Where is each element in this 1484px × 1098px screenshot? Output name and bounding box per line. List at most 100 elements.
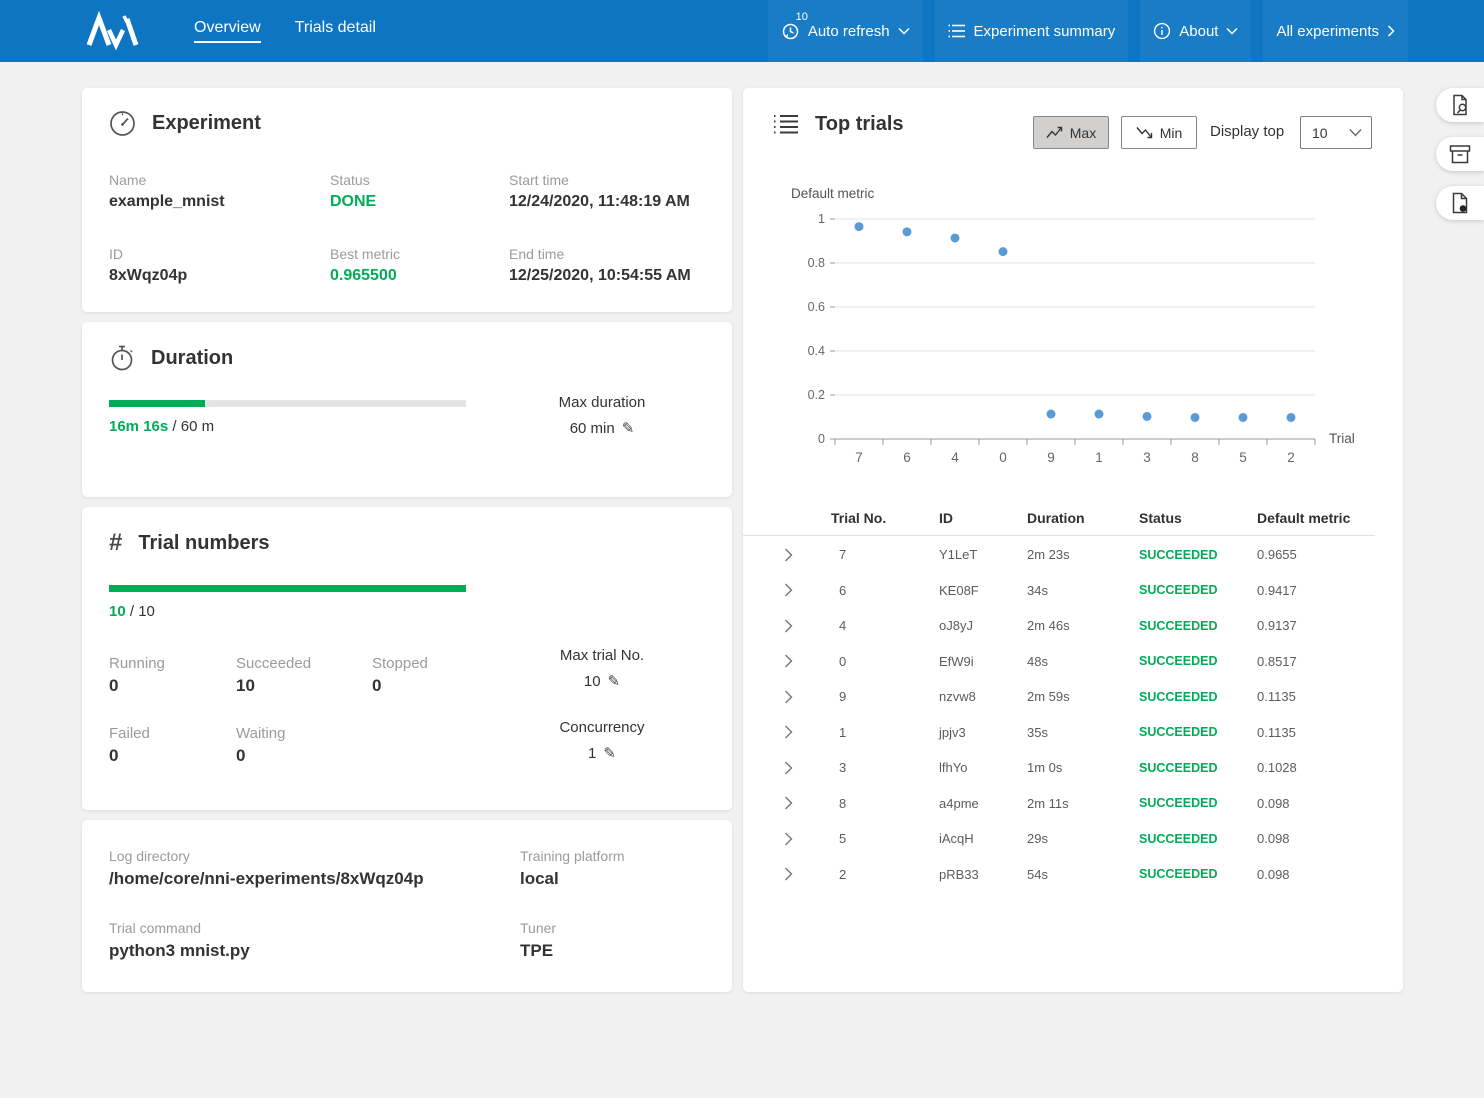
trial-no-cell: 9 <box>831 689 939 704</box>
trial-id-cell: nzvw8 <box>939 689 1027 704</box>
log-directory-label: Log directory <box>109 848 424 864</box>
trial-status-cell: SUCCEEDED <box>1139 583 1257 597</box>
expand-row-chevron-icon[interactable] <box>779 583 797 597</box>
tab-overview[interactable]: Overview <box>194 19 261 43</box>
trial-metric-cell: 0.1135 <box>1257 725 1375 740</box>
expand-row-chevron-icon[interactable] <box>779 796 797 810</box>
best-metric-label: Best metric <box>330 246 400 262</box>
auto-refresh-menu[interactable]: 10 Auto refresh <box>768 0 923 62</box>
log-directory-value: /home/core/nni-experiments/8xWqz04p <box>109 869 424 889</box>
experiment-summary-label: Experiment summary <box>974 23 1116 40</box>
table-row: 1 jpjv3 35s SUCCEEDED 0.1135 <box>743 715 1375 751</box>
all-experiments-link[interactable]: All experiments <box>1263 0 1408 62</box>
summary-list-icon <box>948 23 966 39</box>
list-bullets-icon <box>773 112 799 136</box>
config-archive-pill-button[interactable] <box>1436 137 1484 171</box>
trials-table-header: Trial No. ID Duration Status Default met… <box>743 500 1375 536</box>
best-metric-value: 0.965500 <box>330 267 400 285</box>
training-platform-label: Training platform <box>520 848 625 864</box>
status-label: Status <box>330 172 376 188</box>
trial-duration-cell: 2m 59s <box>1027 689 1139 704</box>
svg-text:5: 5 <box>1239 450 1247 465</box>
svg-text:Trial: Trial <box>1329 431 1355 446</box>
trial-status-cell: SUCCEEDED <box>1139 690 1257 704</box>
succeeded-count: 10 <box>236 676 311 696</box>
trial-no-cell: 8 <box>831 796 939 811</box>
display-top-label: Display top <box>1210 123 1284 140</box>
expand-row-chevron-icon[interactable] <box>779 654 797 668</box>
trial-status-cell: SUCCEEDED <box>1139 867 1257 881</box>
nni-logo <box>82 11 146 51</box>
auto-refresh-countdown: 10 <box>796 11 808 23</box>
header-duration: Duration <box>1027 510 1139 526</box>
trial-metric-cell: 0.9655 <box>1257 547 1375 562</box>
chevron-down-icon <box>898 27 910 35</box>
trials-done: 10 <box>109 603 126 620</box>
doc-dot-icon <box>1450 192 1470 214</box>
expand-row-chevron-icon[interactable] <box>779 867 797 881</box>
max-duration-value: 60 min <box>570 420 615 437</box>
waiting-label: Waiting <box>236 725 285 742</box>
search-space-pill-button[interactable] <box>1436 88 1484 122</box>
trial-id-cell: lfhYo <box>939 760 1027 775</box>
trial-no-cell: 0 <box>831 654 939 669</box>
edit-pencil-icon[interactable]: ✎ <box>603 746 616 761</box>
name-label: Name <box>109 172 225 188</box>
chevron-right-icon <box>1387 25 1395 37</box>
trial-duration-cell: 34s <box>1027 583 1139 598</box>
failed-label: Failed <box>109 725 150 742</box>
trial-no-cell: 6 <box>831 583 939 598</box>
id-label: ID <box>109 246 187 262</box>
header-trial-no: Trial No. <box>831 510 939 526</box>
expand-row-chevron-icon[interactable] <box>779 690 797 704</box>
tab-trials-detail[interactable]: Trials detail <box>295 19 376 43</box>
tuner-value: TPE <box>520 941 556 961</box>
display-top-value: 10 <box>1312 125 1328 141</box>
expand-row-chevron-icon[interactable] <box>779 832 797 846</box>
min-button[interactable]: Min <box>1121 116 1197 149</box>
end-time-value: 12/25/2020, 10:54:55 AM <box>509 267 691 285</box>
trial-numbers-card: # Trial numbers 10 / 10 Running 0 Succee… <box>82 507 732 810</box>
svg-text:6: 6 <box>903 450 911 465</box>
max-trial-value: 10 <box>584 673 601 690</box>
trial-duration-cell: 2m 23s <box>1027 547 1139 562</box>
about-menu[interactable]: About <box>1140 0 1251 62</box>
top-trials-card: Top trials Max Min Display top 10 Defaul… <box>743 88 1403 992</box>
experiment-summary-button[interactable]: Experiment summary <box>935 0 1129 62</box>
svg-text:0.6: 0.6 <box>808 300 825 314</box>
running-label: Running <box>109 655 165 672</box>
trial-status-cell: SUCCEEDED <box>1139 725 1257 739</box>
training-platform-value: local <box>520 869 625 889</box>
trial-status-cell: SUCCEEDED <box>1139 761 1257 775</box>
experiment-card-title: Experiment <box>152 112 261 135</box>
duration-progress-text: 16m 16s / 60 m <box>109 418 214 435</box>
succeeded-label: Succeeded <box>236 655 311 672</box>
start-time-label: Start time <box>509 172 690 188</box>
trial-status-cell: SUCCEEDED <box>1139 548 1257 562</box>
edit-pencil-icon[interactable]: ✎ <box>608 674 621 689</box>
display-top-dropdown[interactable]: 10 <box>1300 116 1372 149</box>
chevron-down-icon <box>1226 27 1238 35</box>
trial-metric-cell: 0.098 <box>1257 796 1375 811</box>
trial-status-cell: SUCCEEDED <box>1139 796 1257 810</box>
trial-no-cell: 4 <box>831 618 939 633</box>
trial-id-cell: oJ8yJ <box>939 618 1027 633</box>
main-tabs: Overview Trials detail <box>194 0 376 62</box>
stopped-label: Stopped <box>372 655 428 672</box>
trend-down-icon <box>1136 126 1153 139</box>
trial-command-label: Trial command <box>109 920 250 936</box>
expand-row-chevron-icon[interactable] <box>779 761 797 775</box>
trial-no-cell: 1 <box>831 725 939 740</box>
edit-pencil-icon[interactable]: ✎ <box>622 421 635 436</box>
svg-text:0.8: 0.8 <box>808 256 825 270</box>
expand-row-chevron-icon[interactable] <box>779 619 797 633</box>
trial-duration-cell: 35s <box>1027 725 1139 740</box>
failed-count: 0 <box>109 746 150 766</box>
doc-search-icon <box>1450 94 1471 116</box>
log-file-pill-button[interactable] <box>1436 186 1484 220</box>
expand-row-chevron-icon[interactable] <box>779 725 797 739</box>
max-button[interactable]: Max <box>1033 116 1109 149</box>
svg-text:7: 7 <box>855 450 863 465</box>
status-badge: DONE <box>330 193 376 211</box>
expand-row-chevron-icon[interactable] <box>779 548 797 562</box>
